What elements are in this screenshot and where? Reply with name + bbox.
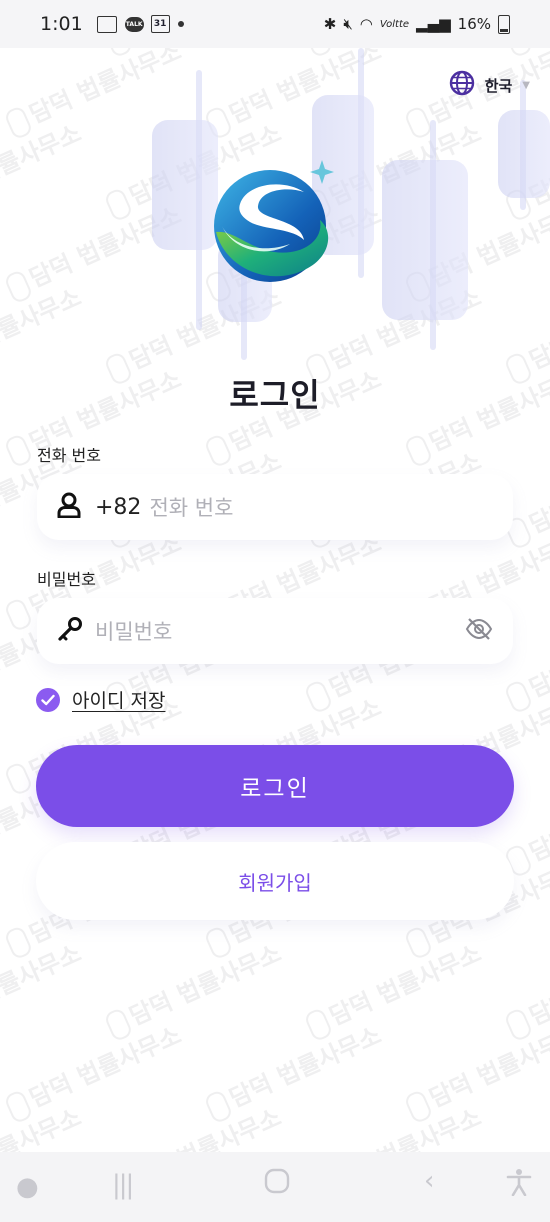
watermark-text: 담덕 법률사무소 <box>0 119 86 211</box>
more-notifications-icon <box>177 21 184 27</box>
chevron-down-icon: ▼ <box>522 79 530 91</box>
remember-id-checkbox[interactable] <box>36 687 60 712</box>
signup-button[interactable]: 회원가입 <box>36 842 514 920</box>
watermark-text: 담덕 법률사무소 <box>0 1103 86 1152</box>
watermark-text: 담덕 법률사무소 <box>201 1016 386 1125</box>
phone-input[interactable]: +82 전화 번호 <box>37 474 513 540</box>
app-logo <box>212 160 336 286</box>
password-placeholder: 비밀번호 <box>95 620 173 644</box>
home-button[interactable] <box>264 1168 290 1201</box>
remember-id-row[interactable]: 아이디 저장 <box>36 686 165 713</box>
status-bar: 1:01 TALK 31 ✱ 🔇︎ ◠ Voltte ▂▄▆ 16% <box>0 0 550 48</box>
watermark-text: 담덕 법률사무소 <box>401 1016 550 1125</box>
calendar-notification-icon: 31 <box>150 15 170 33</box>
mute-icon: 🔇︎ <box>343 15 353 33</box>
password-label: 비밀번호 <box>37 570 96 589</box>
status-time: 1:01 <box>40 13 83 35</box>
system-nav-bar: ● ||| ‹ <box>0 1152 550 1222</box>
watermark-text: 담덕 법률사무소 <box>101 934 286 1043</box>
watermark-text: 담덕 법률사무소 <box>301 48 486 59</box>
phone-label: 전화 번호 <box>37 446 101 465</box>
recent-apps-button[interactable]: ||| <box>112 1170 134 1200</box>
login-button[interactable]: 로그인 <box>36 745 514 827</box>
battery-icon <box>498 14 510 34</box>
watermark-text: 담덕 법률사무소 <box>101 48 286 59</box>
phone-placeholder: 전화 번호 <box>149 496 234 520</box>
watermark-text: 담덕 법률사무소 <box>0 48 86 58</box>
watermark-text: 담덕 법률사무소 <box>301 1098 486 1152</box>
eye-off-icon[interactable] <box>465 617 493 645</box>
language-label: 한국 <box>484 76 513 95</box>
candle-shape <box>152 120 218 250</box>
key-icon <box>57 617 83 645</box>
battery-label: 16% <box>457 15 491 33</box>
lte-label: Voltte <box>379 18 410 30</box>
bluetooth-icon: ✱ <box>323 15 337 33</box>
status-right: ✱ 🔇︎ ◠ Voltte ▂▄▆ 16% <box>323 14 510 34</box>
watermark-text: 담덕 법률사무소 <box>501 934 550 1043</box>
accessibility-icon[interactable] <box>506 1168 532 1203</box>
watermark-text: 담덕 법률사무소 <box>101 1098 286 1152</box>
watermark-text: 담덕 법률사무소 <box>501 1098 550 1152</box>
signal-icon: ▂▄▆ <box>416 15 451 33</box>
remember-id-label[interactable]: 아이디 저장 <box>72 686 165 713</box>
candle-shape <box>498 110 550 198</box>
language-selector[interactable]: 한국 ▼ <box>449 70 530 100</box>
kakaotalk-notification-icon: TALK <box>124 16 144 32</box>
page-title: 로그인 <box>229 376 321 414</box>
country-code[interactable]: +82 <box>95 495 141 520</box>
person-icon <box>57 492 81 522</box>
candle-shape <box>382 160 468 320</box>
watermark-text: 담덕 법률사무소 <box>0 939 86 1031</box>
back-button[interactable]: ‹ <box>424 1166 434 1196</box>
globe-icon <box>449 70 475 100</box>
password-input[interactable]: 비밀번호 <box>37 598 513 664</box>
circle-dot-icon: ● <box>16 1172 39 1202</box>
watermark-text: 담덕 법률사무소 <box>1 1016 186 1125</box>
watermark-text: 담덕 법률사무소 <box>501 48 550 59</box>
watermark-text: 담덕 법률사무소 <box>301 934 486 1043</box>
wifi-icon: ◠ <box>359 15 373 33</box>
check-icon <box>41 694 55 705</box>
gallery-notification-icon <box>96 15 117 33</box>
